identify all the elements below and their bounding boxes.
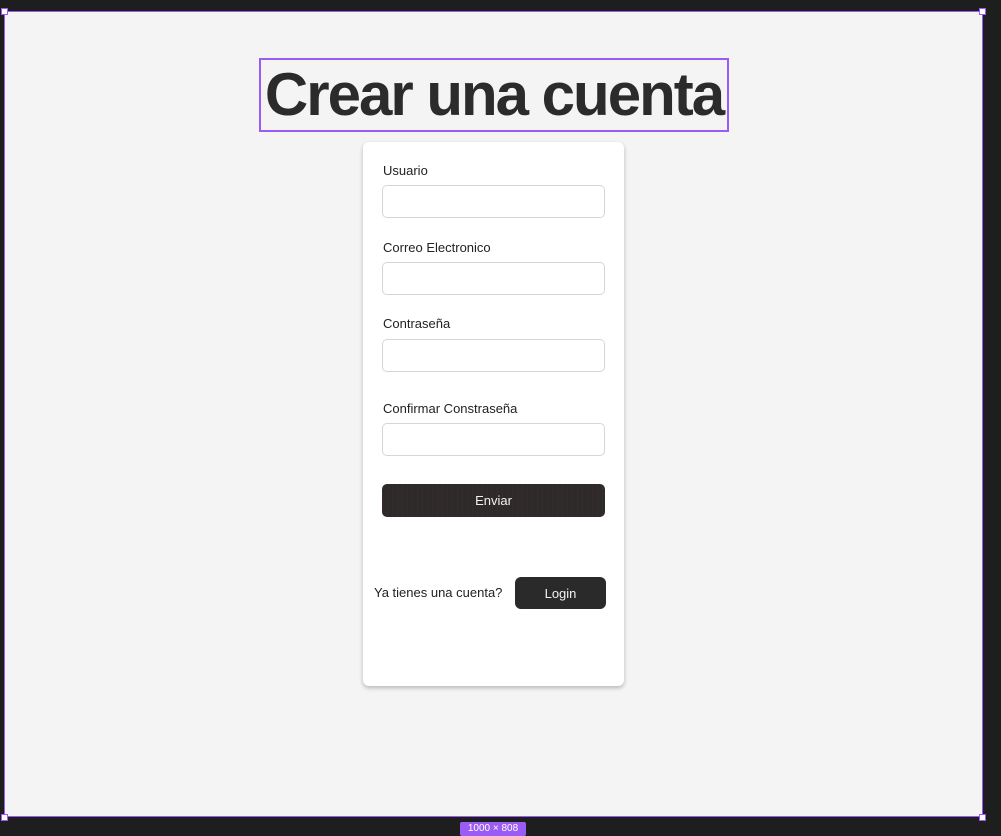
email-input[interactable]	[382, 262, 605, 295]
username-input[interactable]	[382, 185, 605, 218]
signup-form-card: Usuario Correo Electronico Contraseña Co…	[363, 142, 624, 686]
password-label: Contraseña	[383, 316, 451, 331]
email-label: Correo Electronico	[383, 240, 491, 255]
design-canvas: 1000 × 808 Crear una cuenta Usuario Corr…	[0, 0, 1001, 836]
confirm-password-input[interactable]	[382, 423, 605, 456]
resize-handle-bottom-left[interactable]	[1, 814, 8, 821]
resize-handle-bottom-right[interactable]	[979, 814, 986, 821]
password-input[interactable]	[382, 339, 605, 372]
username-label: Usuario	[383, 163, 428, 178]
login-button[interactable]: Login	[515, 577, 606, 609]
have-account-text: Ya tienes una cuenta?	[374, 585, 503, 600]
resize-handle-top-right[interactable]	[979, 8, 986, 15]
submit-button[interactable]: Enviar	[382, 484, 605, 517]
page-title: Crear una cuenta	[264, 61, 725, 128]
resize-handle-top-left[interactable]	[1, 8, 8, 15]
frame-size-badge: 1000 × 808	[460, 822, 526, 836]
confirm-password-label: Confirmar Constraseña	[383, 401, 518, 416]
title-selection-box[interactable]: Crear una cuenta	[259, 58, 729, 132]
